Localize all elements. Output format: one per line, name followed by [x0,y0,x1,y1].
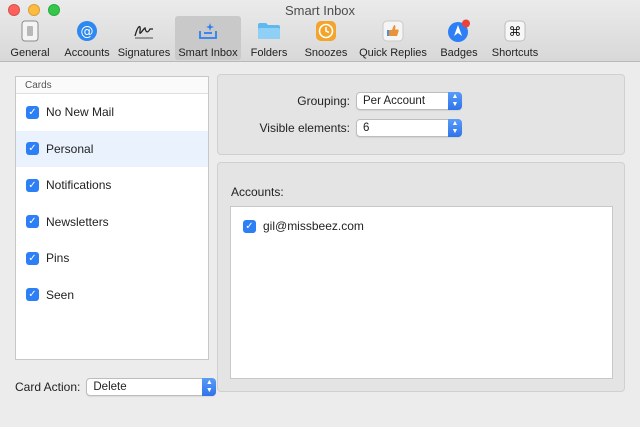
accounts-list: ✓ gil@missbeez.com [230,206,613,379]
card-label: Newsletters [46,214,109,229]
signature-icon [132,19,156,43]
window-titlebar: Smart Inbox General @ Accounts Signature… [0,0,640,62]
tab-shortcuts[interactable]: ⌘ Shortcuts [490,16,540,60]
accounts-label: Accounts: [231,185,284,199]
tab-label: Snoozes [304,47,348,59]
card-action-row: Card Action: Delete ▲ ▼ [15,377,217,397]
tab-label: General [10,47,50,59]
folder-icon [257,19,281,43]
preferences-toolbar: General @ Accounts Signatures Smart Inbo… [0,16,640,61]
card-action-value: Delete [93,381,127,393]
card-row-notifications[interactable]: ✓ Notifications [16,167,208,204]
updown-chevron-icon: ▲ ▼ [448,119,462,137]
tab-snoozes[interactable]: Snoozes [300,16,352,60]
updown-chevron-icon: ▲ ▼ [202,378,217,396]
grouping-popup[interactable]: Per Account ▲ ▼ [356,92,462,110]
card-checkbox[interactable]: ✓ [26,288,39,302]
visible-elements-label: Visible elements: [259,121,351,135]
clock-icon [314,19,338,43]
card-action-label: Card Action: [15,380,81,394]
cards-column-header: Cards [16,77,208,94]
card-label: Seen [46,287,75,302]
visible-elements-row: Visible elements: 6 ▲ ▼ [218,119,462,137]
card-checkbox[interactable]: ✓ [26,178,39,192]
general-icon [18,19,42,43]
card-label: No New Mail [46,105,115,120]
tab-label: Quick Replies [359,47,427,59]
visible-elements-popup[interactable]: 6 ▲ ▼ [356,119,462,137]
grouping-row: Grouping: Per Account ▲ ▼ [218,92,462,110]
badge-icon [447,19,471,43]
card-action-popup[interactable]: Delete ▲ ▼ [86,378,217,396]
accounts-group: Accounts: ✓ gil@missbeez.com [217,162,625,392]
command-key-icon: ⌘ [503,19,527,43]
tab-signatures[interactable]: Signatures [116,16,172,60]
card-row-newsletters[interactable]: ✓ Newsletters [16,204,208,241]
updown-chevron-icon: ▲ ▼ [448,92,462,110]
tab-label: Folders [250,47,288,59]
tab-folders[interactable]: Folders [246,16,292,60]
visible-elements-value: 6 [363,122,370,134]
card-checkbox[interactable]: ✓ [26,215,39,229]
grouping-label: Grouping: [297,94,350,108]
card-row-seen[interactable]: ✓ Seen [16,277,208,314]
tab-badges[interactable]: Badges [437,16,481,60]
tab-label: Signatures [117,47,171,59]
tab-general[interactable]: General [3,16,57,60]
tab-accounts[interactable]: @ Accounts [60,16,114,60]
card-checkbox[interactable]: ✓ [26,105,39,119]
card-label: Notifications [46,178,112,193]
svg-text:@: @ [81,25,94,40]
account-checkbox[interactable]: ✓ [243,219,256,233]
card-row-no-new-mail[interactable]: ✓ No New Mail [16,94,208,131]
card-checkbox[interactable]: ✓ [26,142,39,156]
tab-label: Shortcuts [491,47,539,59]
tab-label: Smart Inbox [178,47,238,59]
account-row[interactable]: ✓ gil@missbeez.com [243,219,364,233]
tab-label: Accounts [64,47,110,59]
tab-label: Badges [440,47,478,59]
card-checkbox[interactable]: ✓ [26,251,39,265]
account-email: gil@missbeez.com [263,219,364,233]
tab-quick-replies[interactable]: Quick Replies [358,16,428,60]
svg-text:⌘: ⌘ [509,25,522,40]
card-row-personal[interactable]: ✓ Personal [16,130,208,167]
cards-list: Cards ✓ No New Mail ✓ Personal ✓ Notific… [15,76,209,360]
card-label: Personal [46,141,94,156]
smart-inbox-icon [196,19,220,43]
tab-smart-inbox[interactable]: Smart Inbox [175,16,241,60]
at-sign-icon: @ [75,19,99,43]
card-label: Pins [46,251,70,266]
grouping-value: Per Account [363,95,426,107]
display-options-group: Grouping: Per Account ▲ ▼ Visible element… [217,74,625,155]
quick-replies-icon [381,19,405,43]
card-row-pins[interactable]: ✓ Pins [16,240,208,277]
